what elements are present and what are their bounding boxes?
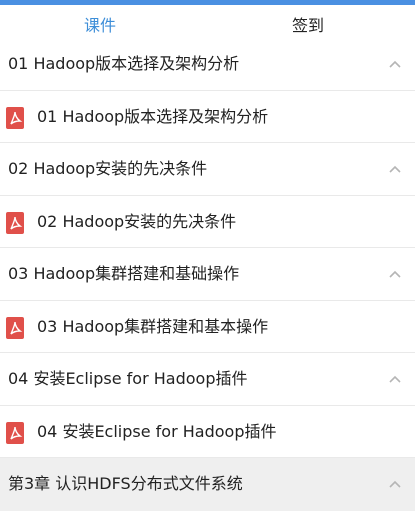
- chapter-title: 01 Hadoop版本选择及架构分析: [8, 54, 240, 73]
- course-list: 01 Hadoop版本选择及架构分析 01 Hadoop版本选择及架构分析 02…: [0, 38, 415, 511]
- chapter-row[interactable]: 02 Hadoop安装的先决条件: [0, 143, 415, 196]
- file-row[interactable]: 02 Hadoop安装的先决条件: [0, 196, 415, 248]
- chapter-title: 第3章 认识HDFS分布式文件系统: [8, 474, 243, 493]
- chapter-row[interactable]: 第3章 认识HDFS分布式文件系统: [0, 458, 415, 511]
- pdf-icon: [6, 421, 24, 444]
- chapter-row[interactable]: 01 Hadoop版本选择及架构分析: [0, 38, 415, 91]
- pdf-icon: [6, 316, 24, 339]
- file-title: 01 Hadoop版本选择及架构分析: [37, 106, 269, 126]
- file-title: 03 Hadoop集群搭建和基本操作: [37, 316, 269, 336]
- chevron-up-icon[interactable]: [387, 371, 403, 387]
- chapter-title: 02 Hadoop安装的先决条件: [8, 159, 208, 178]
- chapter-title: 04 安装Eclipse for Hadoop插件: [8, 369, 248, 388]
- chevron-up-icon[interactable]: [387, 161, 403, 177]
- file-row[interactable]: 04 安装Eclipse for Hadoop插件: [0, 406, 415, 458]
- file-title: 04 安装Eclipse for Hadoop插件: [37, 421, 277, 441]
- pdf-icon: [6, 106, 24, 129]
- file-row[interactable]: 01 Hadoop版本选择及架构分析: [0, 91, 415, 143]
- chapter-row[interactable]: 04 安装Eclipse for Hadoop插件: [0, 353, 415, 406]
- chapter-row[interactable]: 03 Hadoop集群搭建和基础操作: [0, 248, 415, 301]
- chevron-up-icon[interactable]: [387, 266, 403, 282]
- file-row[interactable]: 03 Hadoop集群搭建和基本操作: [0, 301, 415, 353]
- chevron-up-icon[interactable]: [387, 56, 403, 72]
- pdf-icon: [6, 211, 24, 234]
- chevron-up-icon[interactable]: [387, 476, 403, 492]
- file-title: 02 Hadoop安装的先决条件: [37, 211, 237, 231]
- chapter-title: 03 Hadoop集群搭建和基础操作: [8, 264, 240, 283]
